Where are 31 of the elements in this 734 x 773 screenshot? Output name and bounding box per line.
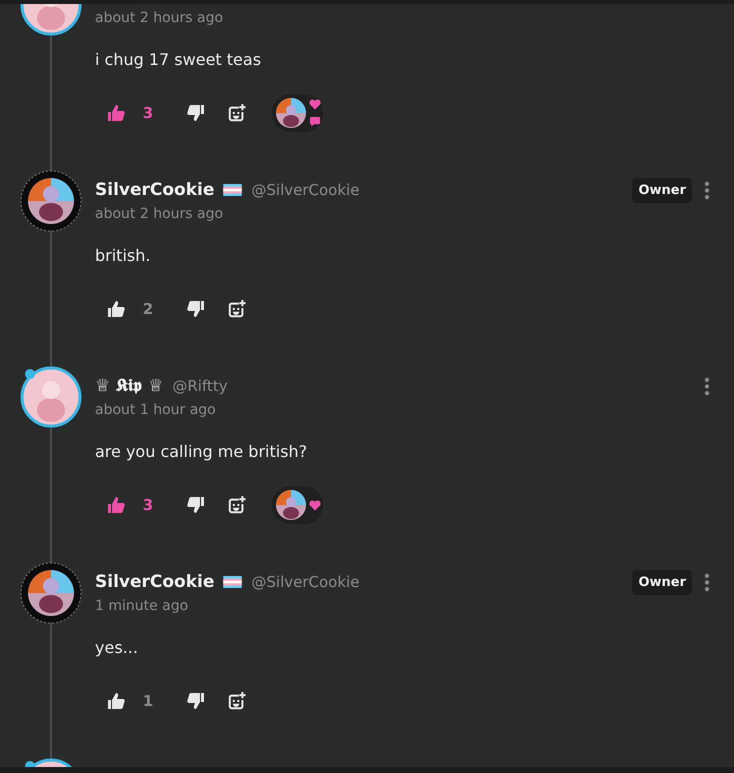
comment-text: yes... <box>95 638 139 657</box>
timestamp: 1 minute ago <box>95 598 190 614</box>
comment-text: are you calling me british? <box>95 442 308 461</box>
user-name[interactable]: SilverCookie <box>95 180 214 200</box>
comment-text: british. <box>95 246 152 265</box>
owner-badge: Owner <box>632 570 692 594</box>
reactor-avatar[interactable] <box>272 486 323 524</box>
heart-icon <box>309 99 321 110</box>
more-icon[interactable] <box>704 572 710 592</box>
timestamp: about 1 hour ago <box>95 402 217 418</box>
reactor-avatar[interactable] <box>272 94 323 132</box>
user-handle[interactable]: @Riftty <box>172 377 228 395</box>
timestamp: about 2 hours ago <box>95 206 224 222</box>
timestamp: about 2 hours ago <box>95 10 224 26</box>
user-avatar[interactable] <box>20 562 82 624</box>
user-name[interactable]: ♕ 𝕶𝖎𝖕 ♕ <box>95 376 164 396</box>
like-count: 3 <box>142 496 154 514</box>
like-count: 3 <box>142 104 154 122</box>
more-icon[interactable] <box>704 376 710 396</box>
like-count: 1 <box>142 692 154 710</box>
user-handle[interactable]: @SilverCookie <box>251 573 360 591</box>
comment-text: i chug 17 sweet teas <box>95 50 262 69</box>
user-handle[interactable]: @SilverCookie <box>251 181 360 199</box>
user-name[interactable]: SilverCookie <box>95 572 214 592</box>
user-avatar[interactable] <box>20 366 82 428</box>
like-count: 2 <box>142 300 154 318</box>
owner-badge: Owner <box>632 178 692 202</box>
heart-icon <box>309 500 321 510</box>
speech-bubble-icon <box>309 116 321 127</box>
user-avatar[interactable] <box>20 170 82 232</box>
more-icon[interactable] <box>704 180 710 200</box>
